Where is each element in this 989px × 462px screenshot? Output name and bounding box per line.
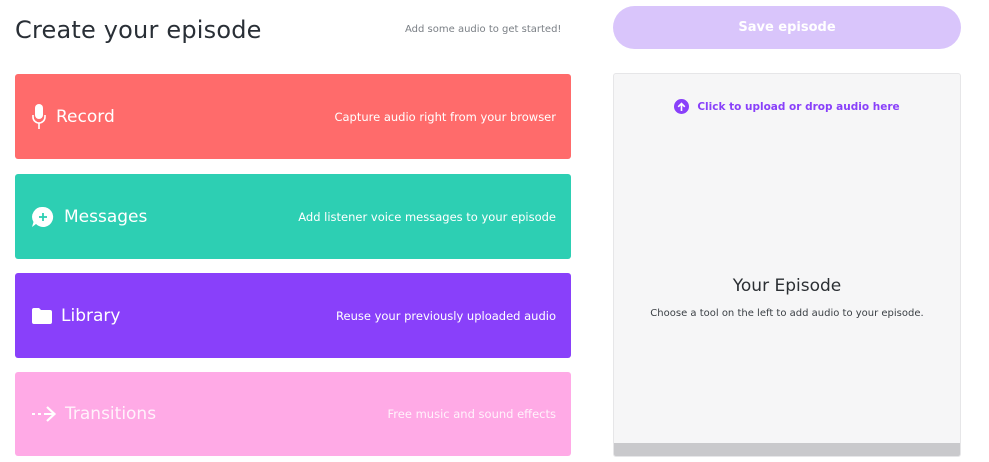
messages-tool-label: Messages <box>64 206 148 227</box>
upload-arrow-icon <box>674 99 690 114</box>
message-plus-icon <box>31 206 55 228</box>
messages-tool-card[interactable]: Messages Add listener voice messages to … <box>15 174 571 259</box>
episode-subtitle: Choose a tool on the left to add audio t… <box>650 308 924 319</box>
record-tool-card[interactable]: Record Capture audio right from your bro… <box>15 74 571 159</box>
arrow-right-icon <box>31 405 57 423</box>
messages-tool-description: Add listener voice messages to your epis… <box>298 209 556 224</box>
episode-title: Your Episode <box>732 276 842 296</box>
upload-drop-zone[interactable]: Click to upload or drop audio here <box>614 99 960 114</box>
transitions-tool-card[interactable]: Transitions Free music and sound effects <box>15 372 571 456</box>
folder-icon <box>31 307 53 325</box>
episode-panel[interactable]: Click to upload or drop audio here Your … <box>613 73 961 457</box>
library-tool-label: Library <box>61 305 121 326</box>
page-title: Create your episode <box>15 16 262 44</box>
microphone-icon <box>32 103 46 130</box>
panel-bottom-bar <box>614 443 960 456</box>
record-tool-label: Record <box>56 106 115 127</box>
library-tool-card[interactable]: Library Reuse your previously uploaded a… <box>15 273 571 358</box>
header-hint: Add some audio to get started! <box>405 24 562 35</box>
upload-label: Click to upload or drop audio here <box>697 100 900 113</box>
save-episode-button[interactable]: Save episode <box>613 6 961 49</box>
transitions-tool-label: Transitions <box>65 404 157 424</box>
transitions-tool-description: Free music and sound effects <box>387 407 556 421</box>
library-tool-description: Reuse your previously uploaded audio <box>336 308 556 323</box>
record-tool-description: Capture audio right from your browser <box>334 109 556 124</box>
